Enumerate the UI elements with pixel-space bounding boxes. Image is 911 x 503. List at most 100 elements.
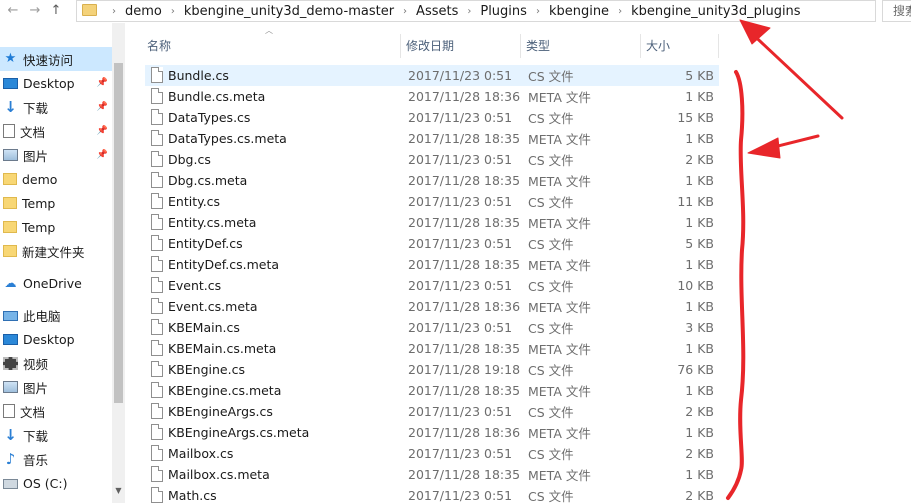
breadcrumb-item[interactable]: kbengine_unity3d_demo-master xyxy=(184,4,394,19)
nav-item[interactable]: 文档 📌 xyxy=(0,119,112,143)
nav-item[interactable]: ♪ 音乐 xyxy=(0,447,112,471)
nav-scrollbar-thumb[interactable] xyxy=(114,63,123,403)
breadcrumb-item[interactable]: demo xyxy=(125,4,162,19)
file-row[interactable]: KBEngine.cs.meta 2017/11/28 18:35 META 文件 1… xyxy=(145,380,719,401)
file-row[interactable]: Math.cs 2017/11/23 0:51 CS 文件 2 KB xyxy=(145,485,719,503)
file-row[interactable]: Event.cs.meta 2017/11/28 18:36 META 文件 1 KB xyxy=(145,296,719,317)
breadcrumb-separator-icon[interactable]: › xyxy=(536,6,540,17)
file-row[interactable]: Entity.cs.meta 2017/11/28 18:35 META 文件 1 K… xyxy=(145,212,719,233)
file-date: 2017/11/28 18:35 xyxy=(408,467,521,482)
file-icon xyxy=(151,256,163,272)
file-size: 10 KB xyxy=(677,278,714,293)
nav-item[interactable]: Desktop 📌 xyxy=(0,71,112,95)
file-date: 2017/11/28 19:18 xyxy=(408,362,521,377)
breadcrumb-item[interactable]: kbengine xyxy=(549,4,609,19)
file-row[interactable]: Entity.cs 2017/11/23 0:51 CS 文件 11 KB xyxy=(145,191,719,212)
nav-item[interactable]: 此电脑 xyxy=(0,303,112,327)
file-row[interactable]: KBEngine.cs 2017/11/28 19:18 CS 文件 76 KB xyxy=(145,359,719,380)
file-row[interactable]: KBEMain.cs 2017/11/23 0:51 CS 文件 3 KB xyxy=(145,317,719,338)
file-size: 1 KB xyxy=(685,89,714,104)
nav-item[interactable]: ★ 快速访问 xyxy=(0,47,112,71)
file-row[interactable]: Bundle.cs.meta 2017/11/28 18:36 META 文件 1 K… xyxy=(145,86,719,107)
breadcrumb-item[interactable]: Assets xyxy=(416,4,458,19)
folder-icon xyxy=(3,245,17,257)
file-row[interactable]: Bundle.cs 2017/11/23 0:51 CS 文件 5 KB xyxy=(145,65,719,86)
nav-item-label: 文档 xyxy=(20,404,46,420)
breadcrumb-separator-icon[interactable]: › xyxy=(171,6,175,17)
nav-item[interactable]: 文档 xyxy=(0,399,112,423)
breadcrumb-separator-icon[interactable]: › xyxy=(112,6,116,17)
file-name: Entity.cs xyxy=(168,194,221,209)
file-row[interactable]: DataTypes.cs 2017/11/23 0:51 CS 文件 15 KB xyxy=(145,107,719,128)
file-row[interactable]: EntityDef.cs.meta 2017/11/28 18:35 META 文件… xyxy=(145,254,719,275)
file-icon xyxy=(151,172,163,188)
pictures-icon xyxy=(3,149,18,161)
file-type: CS 文件 xyxy=(528,237,574,252)
nav-item[interactable]: demo xyxy=(0,167,112,191)
breadcrumb-separator-icon[interactable]: › xyxy=(618,6,622,17)
file-date: 2017/11/23 0:51 xyxy=(408,152,513,167)
nav-item[interactable]: 图片 xyxy=(0,375,112,399)
nav-item[interactable]: ↓ 下载 📌 xyxy=(0,95,112,119)
file-type: CS 文件 xyxy=(528,195,574,210)
search-input[interactable]: 搜索 xyxy=(882,0,911,22)
file-row[interactable]: KBEngineArgs.cs.meta 2017/11/28 18:36 META… xyxy=(145,422,719,443)
file-type: META 文件 xyxy=(528,342,591,357)
file-name: EntityDef.cs xyxy=(168,236,243,251)
nav-item[interactable]: ↓ 下载 xyxy=(0,423,112,447)
nav-item[interactable]: Desktop xyxy=(0,327,112,351)
file-row[interactable]: Mailbox.cs.meta 2017/11/28 18:35 META 文件 1 … xyxy=(145,464,719,485)
nav-item[interactable]: OS (C:) xyxy=(0,471,112,495)
file-icon xyxy=(151,235,163,251)
file-row[interactable]: KBEngineArgs.cs 2017/11/23 0:51 CS 文件 2 KB xyxy=(145,401,719,422)
nav-item-label: 快速访问 xyxy=(23,52,74,68)
file-icon xyxy=(151,319,163,335)
file-size: 1 KB xyxy=(685,215,714,230)
file-row[interactable]: Dbg.cs 2017/11/23 0:51 CS 文件 2 KB xyxy=(145,149,719,170)
file-date: 2017/11/28 18:35 xyxy=(408,257,521,272)
nav-item[interactable]: ☁ OneDrive xyxy=(0,271,112,295)
file-icon xyxy=(151,88,163,104)
nav-item[interactable]: 视频 xyxy=(0,351,112,375)
breadcrumb-item[interactable]: Plugins xyxy=(480,4,527,19)
breadcrumb-separator-icon[interactable]: › xyxy=(467,6,471,17)
nav-item[interactable]: 新建文件夹 xyxy=(0,239,112,263)
column-header-date[interactable]: 修改日期 xyxy=(401,34,521,58)
file-row[interactable]: Mailbox.cs 2017/11/23 0:51 CS 文件 2 KB xyxy=(145,443,719,464)
desktop-icon xyxy=(3,334,18,345)
up-arrow-icon[interactable]: ↑ xyxy=(47,2,65,20)
file-row[interactable]: KBEMain.cs.meta 2017/11/28 18:35 META 文件 1 … xyxy=(145,338,719,359)
breadcrumb-separator-icon[interactable]: › xyxy=(403,6,407,17)
breadcrumb-item[interactable]: kbengine_unity3d_plugins xyxy=(631,4,801,19)
address-bar[interactable]: › demo › kbengine_unity3d_demo-master › Asset… xyxy=(76,0,911,22)
nav-item[interactable]: Temp xyxy=(0,191,112,215)
file-row[interactable]: Event.cs 2017/11/23 0:51 CS 文件 10 KB xyxy=(145,275,719,296)
file-size: 5 KB xyxy=(685,236,714,251)
file-size: 1 KB xyxy=(685,425,714,440)
nav-item-label: Desktop xyxy=(23,331,75,347)
file-type: CS 文件 xyxy=(528,405,574,420)
file-name: Dbg.cs xyxy=(168,152,211,167)
breadcrumb: › demo › kbengine_unity3d_demo-master › Asset… xyxy=(103,1,801,21)
nav-scrollbar[interactable]: ▼ xyxy=(112,23,124,503)
file-size: 1 KB xyxy=(685,131,714,146)
file-row[interactable]: DataTypes.cs.meta 2017/11/28 18:35 META 文件… xyxy=(145,128,719,149)
file-date: 2017/11/28 18:35 xyxy=(408,341,521,356)
nav-item[interactable]: Temp xyxy=(0,215,112,239)
scroll-down-icon[interactable]: ▼ xyxy=(114,486,123,495)
file-name: Event.cs.meta xyxy=(168,299,258,314)
file-row[interactable]: Dbg.cs.meta 2017/11/28 18:35 META 文件 1 KB xyxy=(145,170,719,191)
file-icon xyxy=(151,151,163,167)
column-header-type[interactable]: 类型 xyxy=(521,34,641,58)
back-arrow-icon[interactable]: ← xyxy=(4,2,22,20)
nav-item[interactable]: 图片 📌 xyxy=(0,143,112,167)
column-header: 名称 修改日期 类型 大小 xyxy=(142,34,719,58)
nav-item-label: Temp xyxy=(22,195,56,211)
file-name: KBEMain.cs.meta xyxy=(168,341,277,356)
file-name: DataTypes.cs xyxy=(168,110,251,125)
column-header-size[interactable]: 大小 xyxy=(641,34,719,58)
forward-arrow-icon[interactable]: → xyxy=(26,2,44,20)
column-header-name[interactable]: 名称 xyxy=(142,34,401,58)
file-row[interactable]: EntityDef.cs 2017/11/23 0:51 CS 文件 5 KB xyxy=(145,233,719,254)
file-name: Math.cs xyxy=(168,488,217,503)
